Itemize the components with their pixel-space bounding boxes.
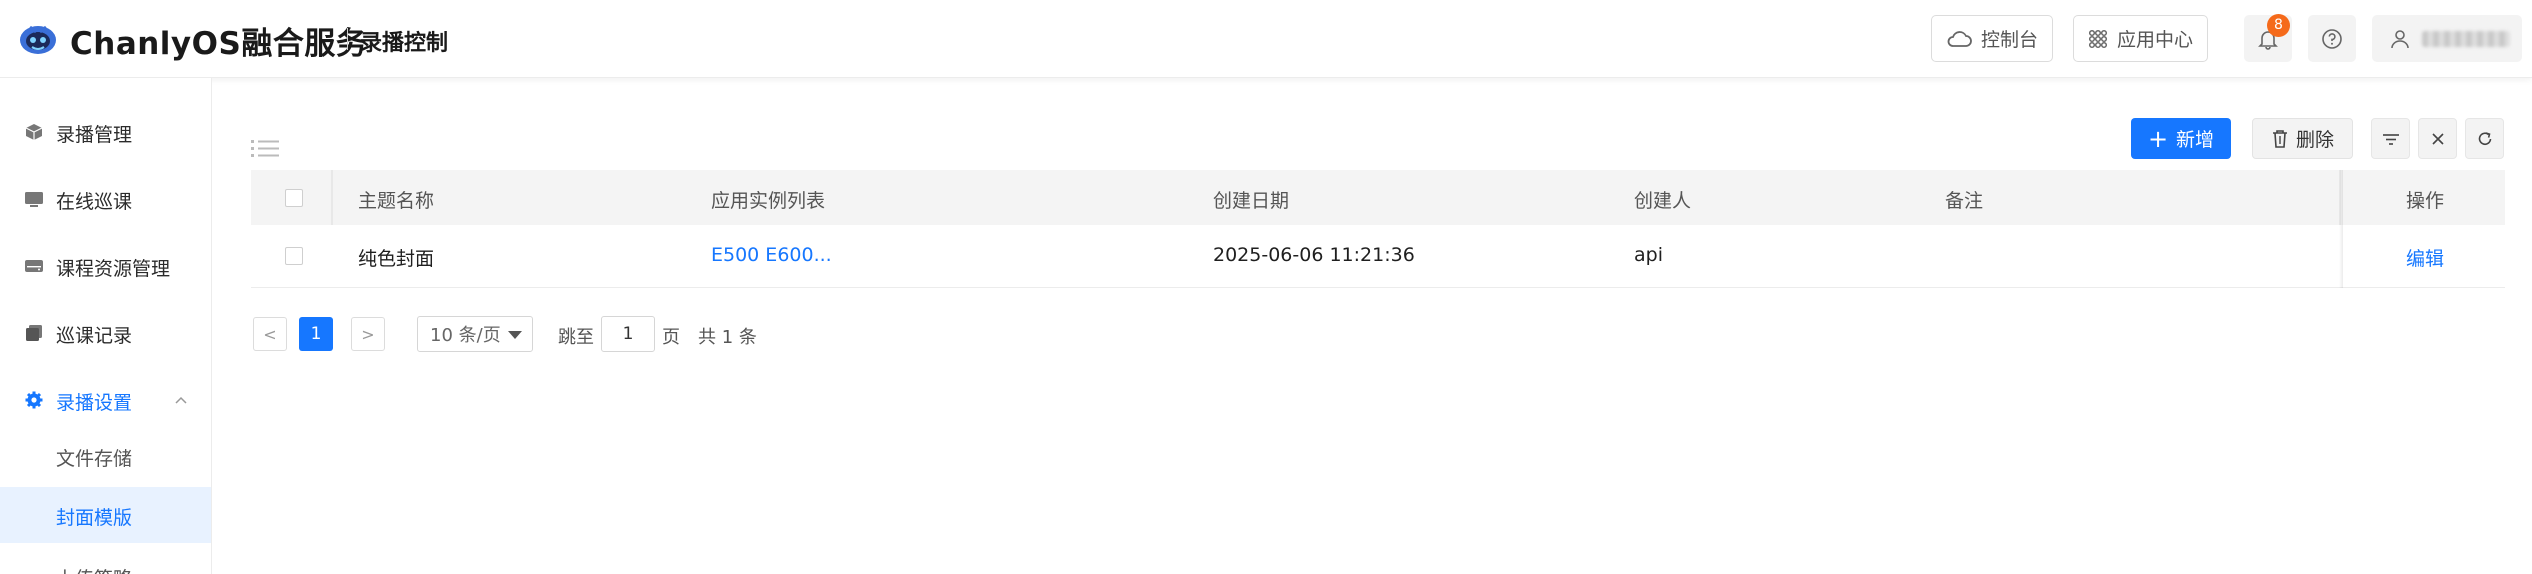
caret-down-icon xyxy=(508,331,522,339)
add-label: 新增 xyxy=(2176,129,2215,151)
sidebar-subitem-cover-template[interactable]: 封面模版 xyxy=(0,487,211,543)
sidebar-item-course-resources[interactable]: 课程资源管理 xyxy=(0,246,211,286)
cell-instances-link[interactable]: E500 E600... xyxy=(711,244,832,266)
sidebar-subitem-file-storage[interactable]: 文件存储 xyxy=(0,436,211,476)
sidebar-subitem-label: 上传策略 xyxy=(56,564,132,574)
delete-button[interactable]: 删除 xyxy=(2252,118,2353,159)
refresh-button[interactable] xyxy=(2465,118,2504,159)
trash-icon xyxy=(2272,130,2287,148)
column-header-created[interactable]: 创建日期 xyxy=(1213,186,1289,213)
chevron-left-icon: < xyxy=(263,324,277,344)
page-unit-label: 页 xyxy=(662,327,680,348)
console-button[interactable]: 控制台 xyxy=(1931,15,2053,62)
table-header: 主题名称 应用实例列表 创建日期 创建人 备注 操作 xyxy=(251,170,2505,225)
column-header-name[interactable]: 主题名称 xyxy=(358,186,434,213)
sidebar-subitem-label: 文件存储 xyxy=(56,448,133,470)
chevron-up-icon xyxy=(175,396,187,404)
cell-creator: api xyxy=(1634,244,1663,266)
sidebar-item-label: 录播管理 xyxy=(56,124,133,146)
sidebar-item-label: 录播设置 xyxy=(56,392,133,414)
sidebar-item-recording-management[interactable]: 录播管理 xyxy=(0,112,211,152)
blurred-username xyxy=(2422,30,2510,47)
sidebar-item-online-inspection[interactable]: 在线巡课 xyxy=(0,179,211,219)
copy-icon xyxy=(26,325,42,341)
sidebar: 录播管理 在线巡课 课程资源管理 巡课记录 录播设置 文件存储 封面模版 上传策… xyxy=(0,78,212,574)
filter-button[interactable] xyxy=(2371,118,2410,159)
delete-label: 删除 xyxy=(2295,129,2334,151)
next-page-button[interactable]: > xyxy=(351,317,385,351)
select-all-checkbox[interactable] xyxy=(285,189,303,207)
filter-icon xyxy=(2382,133,2399,145)
row-checkbox[interactable] xyxy=(285,247,303,265)
table-row: 纯色封面 E500 E600... 2025-06-06 11:21:36 ap… xyxy=(251,225,2505,288)
gear-icon xyxy=(25,391,43,409)
fixed-column-shadow xyxy=(2339,170,2343,288)
app-center-label: 应用中心 xyxy=(2117,29,2194,51)
cell-created: 2025-06-06 11:21:36 xyxy=(1213,244,1415,266)
app-center-button[interactable]: 应用中心 xyxy=(2073,15,2208,62)
cell-name: 纯色封面 xyxy=(358,248,435,270)
robot-logo-icon xyxy=(20,25,56,54)
column-header-remark[interactable]: 备注 xyxy=(1945,186,1983,213)
sidebar-item-label: 在线巡课 xyxy=(56,191,133,213)
user-icon xyxy=(2391,29,2409,48)
cube-icon xyxy=(25,124,43,140)
monitor-icon xyxy=(25,192,43,207)
total-count: 共 1 条 xyxy=(698,327,757,348)
top-header: ChanlyOS融合服务 录播控制 控制台 应用中心 8 xyxy=(0,0,2532,78)
jump-label: 跳至 xyxy=(558,327,594,348)
plus-icon: + xyxy=(2147,124,2169,153)
grid-apps-icon xyxy=(2088,29,2108,48)
prev-page-button[interactable]: < xyxy=(253,317,287,351)
header-divider xyxy=(347,28,348,50)
refresh-icon xyxy=(2478,131,2491,145)
close-icon xyxy=(2431,132,2444,145)
page-size-value: 10 条/页 xyxy=(430,325,501,346)
cloud-icon xyxy=(1947,30,1972,47)
console-label: 控制台 xyxy=(1981,29,2039,51)
sidebar-item-label: 巡课记录 xyxy=(56,325,133,347)
column-header-instances[interactable]: 应用实例列表 xyxy=(711,186,825,213)
page-size-select[interactable]: 10 条/页 xyxy=(417,316,533,352)
column-header-creator[interactable]: 创建人 xyxy=(1634,186,1691,213)
notification-badge: 8 xyxy=(2267,14,2290,37)
column-header-action: 操作 xyxy=(2406,190,2445,212)
edit-link[interactable]: 编辑 xyxy=(2406,244,2444,271)
help-icon xyxy=(2322,28,2342,49)
module-title: 录播控制 xyxy=(360,31,449,56)
current-page-button[interactable]: 1 xyxy=(299,317,333,351)
chevron-right-icon: > xyxy=(361,324,375,344)
sidebar-item-recording-settings[interactable]: 录播设置 xyxy=(0,380,211,420)
clear-button[interactable] xyxy=(2418,118,2457,159)
sidebar-subitem-upload-strategy[interactable]: 上传策略 xyxy=(0,556,211,574)
add-button[interactable]: + 新增 xyxy=(2131,118,2231,159)
jump-page-input[interactable]: 1 xyxy=(601,316,655,352)
sidebar-item-inspection-records[interactable]: 巡课记录 xyxy=(0,313,211,353)
brand-name: ChanlyOS融合服务 xyxy=(70,26,368,62)
sidebar-subitem-label: 封面模版 xyxy=(56,507,133,529)
column-divider xyxy=(331,170,333,225)
list-icon xyxy=(251,140,279,157)
user-menu[interactable] xyxy=(2372,15,2522,62)
sidebar-item-label: 课程资源管理 xyxy=(56,258,171,280)
storage-icon xyxy=(25,260,43,272)
help-button[interactable] xyxy=(2308,15,2356,62)
